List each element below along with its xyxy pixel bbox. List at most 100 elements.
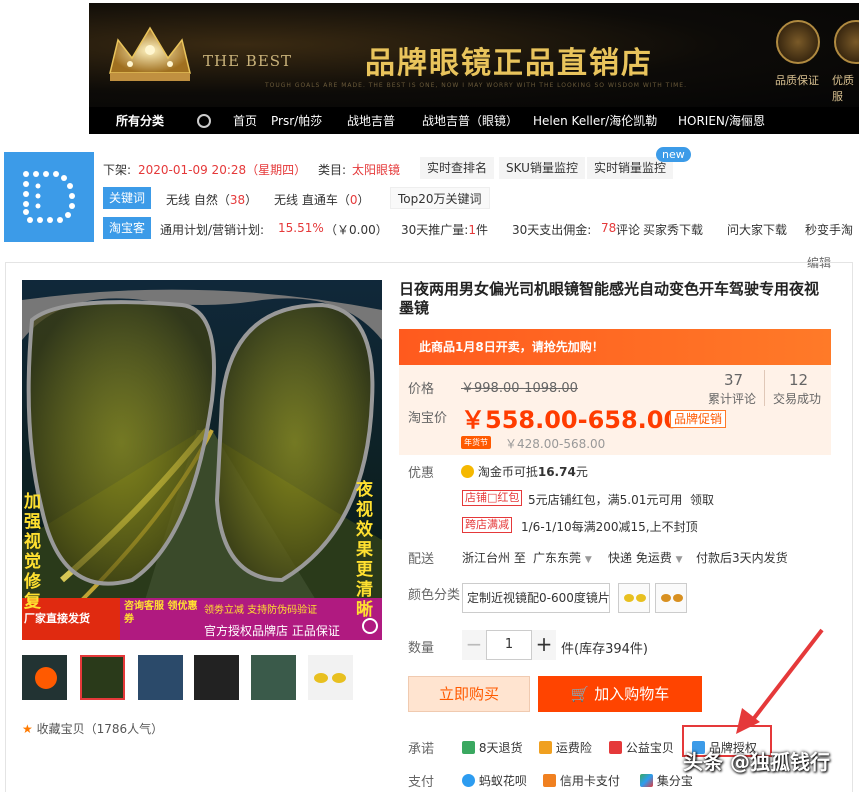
nav-all-categories[interactable]: 所有分类 [116, 112, 164, 129]
plan-amount: （￥0.00） [325, 223, 388, 237]
plugin-logo-icon[interactable] [4, 152, 94, 242]
banner-best-text: THE BEST [203, 52, 293, 70]
festival-price: ￥428.00-568.00 [505, 437, 606, 451]
thumbnail-5[interactable] [308, 655, 353, 700]
shop-name: 品牌眼镜正品直销店 [365, 46, 653, 81]
sold-label: 交易成功 [773, 392, 822, 406]
stock-text: 件(库存394件) [561, 642, 648, 657]
huabei-icon [462, 774, 475, 787]
nav-item-jeep[interactable]: 战地吉普 [347, 112, 395, 129]
product-title: 日夜两用男女偏光司机眼镜智能感光自动变色开车驾驶专用夜视墨镜 [399, 280, 820, 317]
claim-link[interactable]: 领取 [690, 491, 714, 508]
promise-shipping-insurance[interactable]: 运费险 [539, 739, 592, 756]
quantity-minus-button[interactable]: − [462, 630, 487, 660]
thumbnail-3[interactable] [194, 655, 239, 700]
zoom-icon[interactable] [362, 618, 378, 634]
sku-option-image-2[interactable] [655, 583, 687, 613]
cross-store-text: 1/6-1/10每满200减15,上不封顶 [521, 520, 698, 534]
ship-fee-dropdown[interactable]: 快递 免运费 ▼ [608, 549, 683, 566]
offshelf-time: 2020-01-09 20:28（星期四） [138, 163, 307, 177]
buy-now-button[interactable]: 立即购买 [408, 676, 530, 712]
product-main-image[interactable]: 加强视觉修复 夜视效果更清晰 厂家直接发货 咨询客服 领优惠券 领劵立减 支持防… [22, 280, 382, 640]
chevron-down-icon: ▼ [675, 555, 683, 565]
badge-label-service: 优质服 [832, 74, 854, 103]
review-download-button[interactable]: 评论 [616, 221, 640, 238]
discount-label: 优惠 [408, 466, 435, 481]
reviews-label[interactable]: 累计评论 [708, 390, 756, 407]
cross-store-tag: 跨店满减 [462, 517, 512, 533]
promise-label: 承诺 [408, 742, 435, 757]
chevron-down-icon: ▼ [584, 555, 592, 565]
image-text-right: 夜视效果更清晰 [356, 480, 373, 620]
spend-label: 30天支出佣金: [512, 223, 592, 237]
plan-label: 通用计划/营销计划: [160, 223, 265, 237]
plan-percent: 15.51% [278, 221, 324, 235]
color-label: 颜色分类 [408, 588, 461, 603]
offshelf-label: 下架: [103, 163, 132, 177]
image-banner-factory: 厂家直接发货 [24, 612, 90, 625]
shop-redpacket-text: 5元店铺红包，满5.01元可用 [528, 493, 683, 507]
quantity-plus-button[interactable]: + [531, 630, 556, 660]
promise-charity[interactable]: 公益宝贝 [609, 739, 674, 756]
buyer-show-download-button[interactable]: 买家秀下载 [643, 221, 703, 238]
nav-item-prsr[interactable]: Prsr/帕莎 [271, 112, 322, 129]
keyword-tag[interactable]: 关键词 [103, 187, 152, 209]
annotation-arrow-icon [736, 628, 824, 734]
category-label: 类目: [318, 163, 347, 177]
cart-icon: 🛒 [570, 685, 590, 703]
taobaoke-tag[interactable]: 淘宝客 [103, 217, 152, 239]
image-banner-verify: 领劵立减 支持防伪码验证 [204, 605, 318, 616]
sku-option-image-1[interactable] [618, 583, 650, 613]
nav-item-home[interactable]: 首页 [233, 112, 257, 129]
nav-item-helen-keller[interactable]: Helen Keller/海伦凯勒 [533, 112, 657, 129]
star-icon: ★ [22, 722, 33, 736]
kw-ztc: 无线 直通车（0） [274, 193, 370, 207]
sold-count: 12 [789, 371, 809, 389]
crown-logo-icon [109, 26, 191, 81]
sku-monitor-button[interactable]: SKU销量监控 [499, 157, 585, 179]
favorite-button[interactable]: ★ 收藏宝贝（1786人气） [22, 720, 163, 737]
thumbnail-2[interactable] [138, 655, 183, 700]
new-badge: new [656, 147, 691, 162]
thumbnail-video[interactable] [22, 655, 67, 700]
image-banner-official: 官方授权品牌店 正品保证 [204, 624, 340, 638]
ship-to-dropdown[interactable]: 广东东莞 ▼ [533, 549, 592, 566]
ship-time: 付款后3天内发货 [696, 551, 788, 565]
presale-notice: 此商品1月8日开卖，请抢先加购！ [399, 329, 831, 365]
promo-price: ￥558.00-658.00 [461, 406, 681, 434]
quantity-label: 数量 [408, 641, 435, 656]
price-label: 价格 [408, 382, 435, 397]
category-value[interactable]: 太阳眼镜 [352, 161, 400, 178]
rank-check-button[interactable]: 实时查排名 [420, 157, 495, 179]
nav-item-jeep-glasses[interactable]: 战地吉普（眼镜） [422, 112, 518, 129]
charity-icon [609, 741, 622, 754]
payment-label: 支付 [408, 775, 435, 790]
spend-value: 78 [601, 221, 617, 235]
brand-promo-tag: 品牌促销 [670, 410, 727, 428]
promise-return[interactable]: 8天退货 [462, 739, 522, 756]
taobao-price-label: 淘宝价 [408, 411, 448, 426]
add-to-cart-button[interactable]: 🛒 加入购物车 [538, 676, 702, 712]
nav-item-horien[interactable]: HORIEN/海俪恩 [678, 112, 765, 129]
original-price: ￥998.00-1098.00 [461, 381, 578, 396]
kw-natural: 无线 自然（38） [166, 193, 258, 207]
jifenbao-icon [640, 774, 653, 787]
top20-keywords-button[interactable]: Top20万关键词 [390, 187, 490, 209]
play-icon [35, 667, 57, 689]
watermark-text: 头条 @独孤钱行 [683, 750, 830, 774]
nav-dropdown-icon[interactable] [197, 114, 211, 128]
banner-slogan: TOUGH GOALS ARE MADE. THE BEST IS ONE, N… [265, 82, 687, 89]
badge-label-quality: 品质保证 [775, 74, 819, 87]
pay-credit-card[interactable]: 信用卡支付 [543, 772, 620, 789]
sku-option-myopia[interactable]: 定制近视镜配0-600度镜片 [462, 583, 610, 613]
thumbnail-4[interactable] [251, 655, 296, 700]
thumbnail-1[interactable] [80, 655, 125, 700]
ask-download-button[interactable]: 问大家下载 [727, 221, 787, 238]
night-road-illustration [22, 280, 382, 640]
credit-card-icon [543, 774, 556, 787]
mobile-taobao-button[interactable]: 秒变手淘 [805, 221, 853, 238]
insurance-icon [539, 741, 552, 754]
quality-badge-icon [776, 20, 820, 64]
quantity-input[interactable]: 1 [487, 630, 531, 660]
pay-huabei[interactable]: 蚂蚁花呗 [462, 772, 527, 789]
